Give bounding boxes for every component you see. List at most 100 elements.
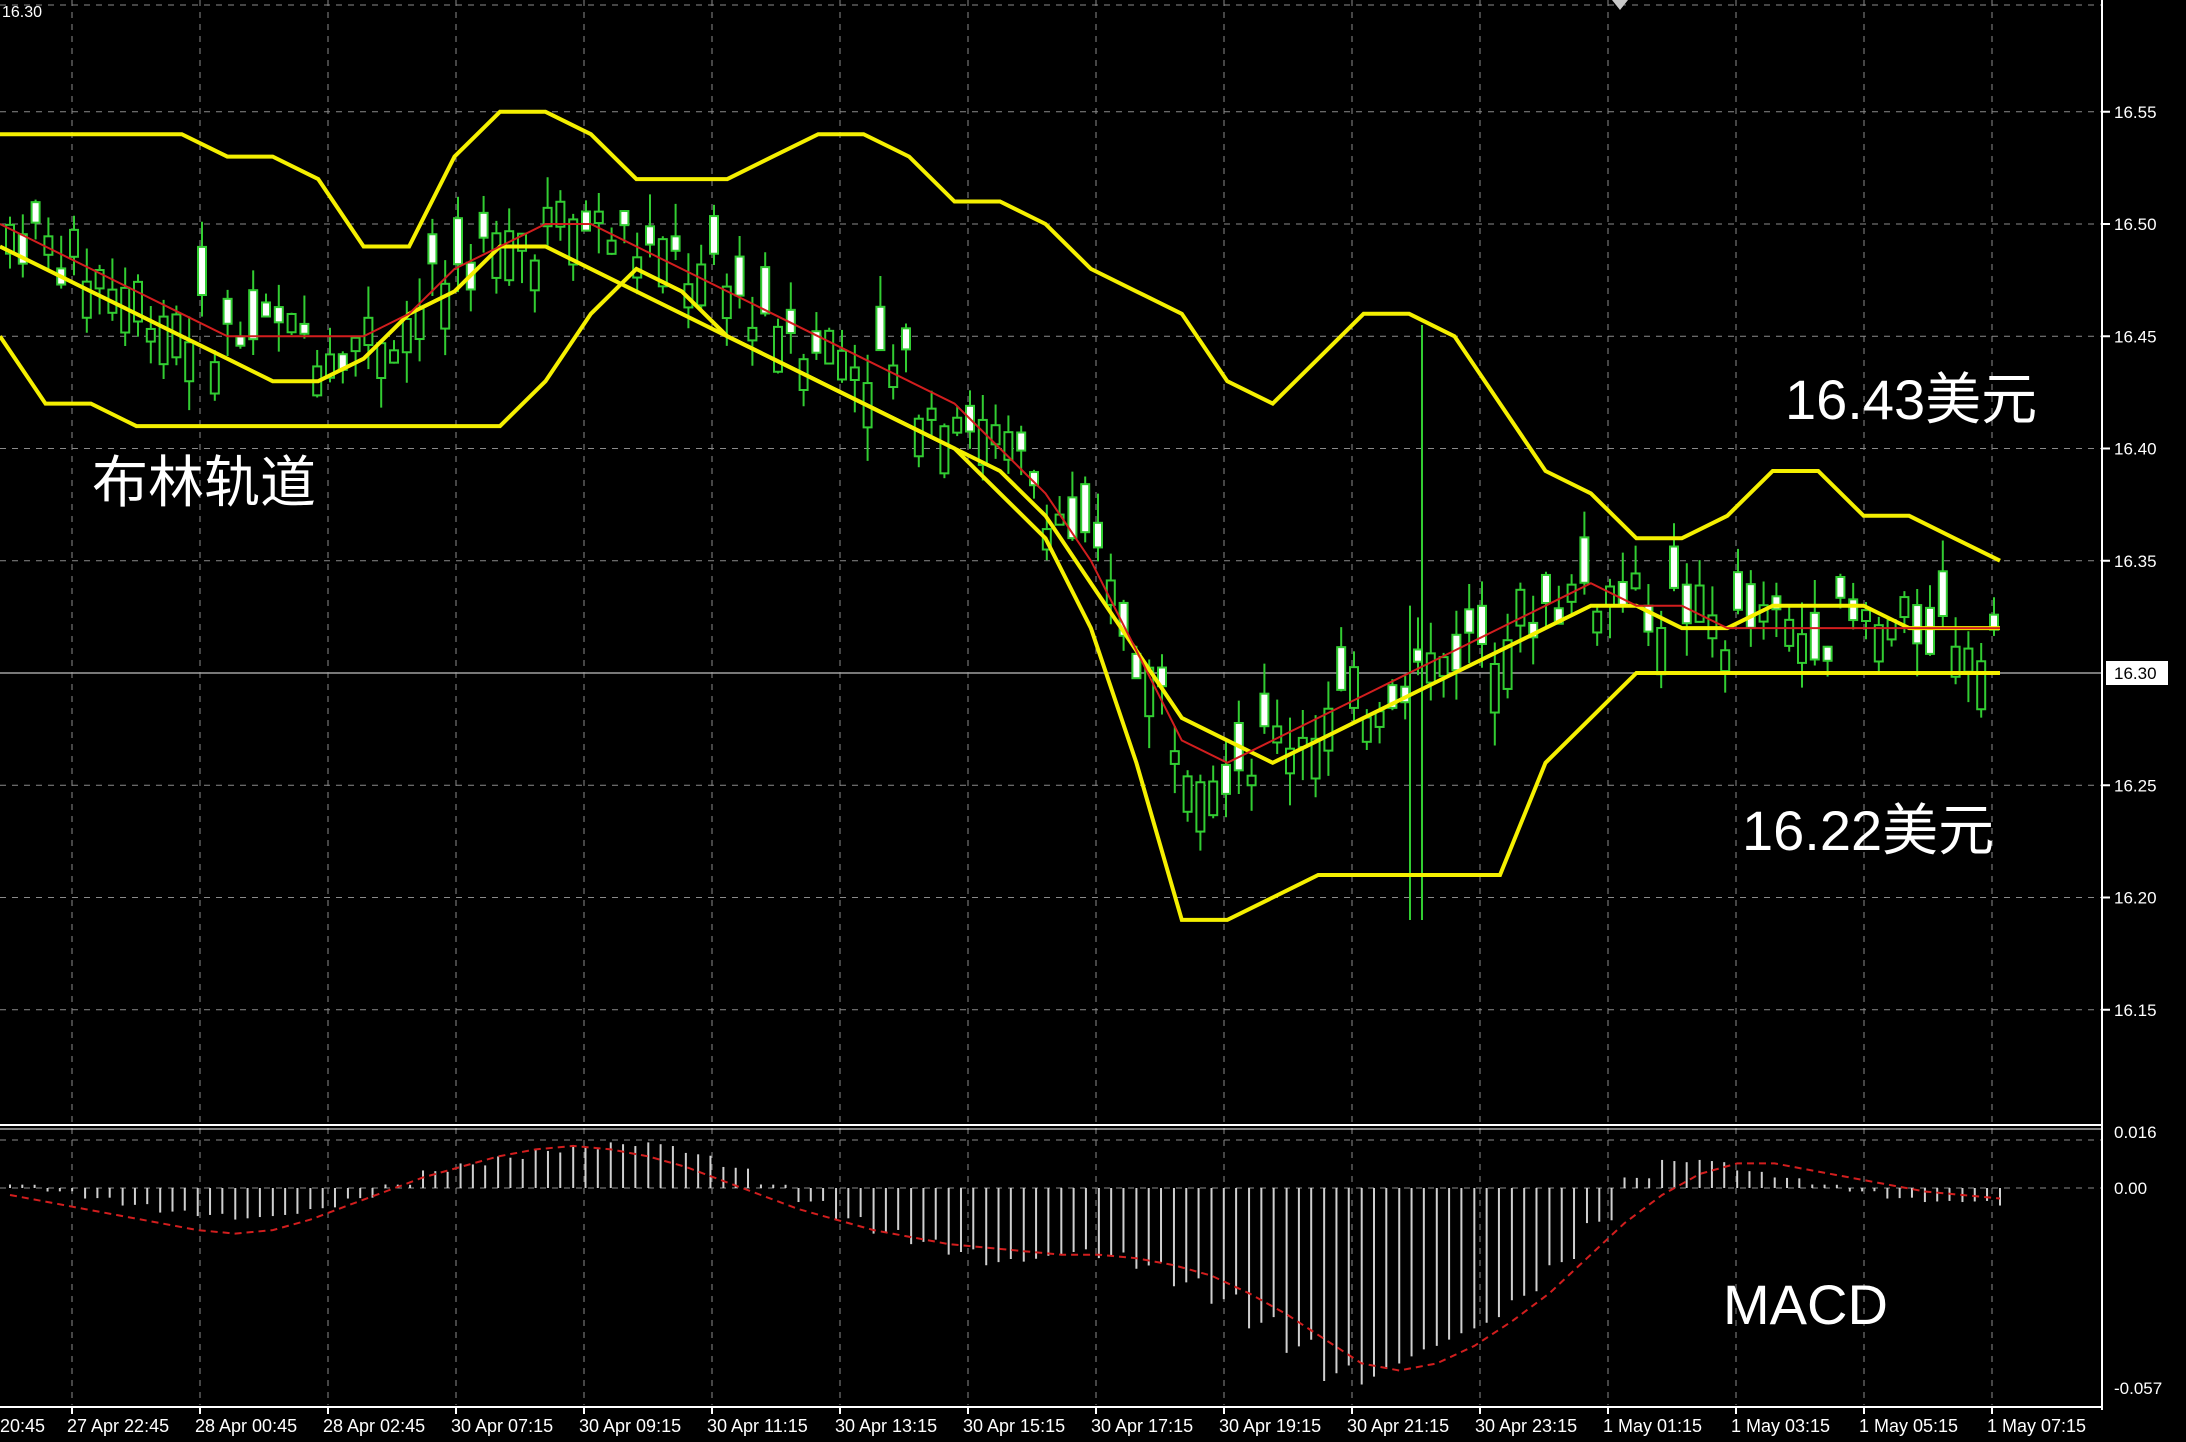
candle-body: [1208, 780, 1219, 817]
macd-tick-label: -0.057: [2114, 1379, 2162, 1398]
candle-body: [1592, 610, 1603, 634]
candle-body: [209, 361, 220, 395]
candle-body: [1925, 606, 1935, 655]
candle-body: [849, 366, 860, 381]
candle-body: [1873, 624, 1884, 663]
candle-body: [235, 335, 246, 347]
candle-body: [1822, 645, 1833, 662]
candle-body: [1182, 775, 1193, 813]
candle-body: [1809, 611, 1820, 661]
x-tick-label: 30 Apr 11:15: [707, 1416, 808, 1436]
candle-body: [1681, 583, 1692, 625]
candle-body: [1912, 604, 1923, 645]
candle-body: [824, 329, 835, 365]
candle-body: [606, 239, 617, 255]
candle-body: [555, 200, 566, 228]
candle-body: [427, 233, 438, 265]
candle-body: [913, 417, 924, 458]
macd-signal-line: [9, 1144, 2001, 1372]
x-tick-label: 1 May 01:15: [1603, 1416, 1702, 1436]
candle-body: [926, 407, 937, 421]
macd-tick-label: 0.00: [2114, 1179, 2147, 1198]
candle-body: [286, 312, 297, 334]
candle-body: [1489, 662, 1500, 714]
price-tick-label: 16.55: [2114, 103, 2157, 122]
x-tick-label: 30 Apr 07:15: [451, 1416, 553, 1436]
candle-body: [837, 349, 847, 381]
candle-body: [593, 210, 604, 225]
candle-body: [1835, 575, 1846, 599]
candle-body: [389, 349, 399, 364]
candle-body: [1617, 581, 1628, 607]
macd-annotation: MACD: [1723, 1273, 1888, 1336]
candle-body: [1169, 750, 1180, 765]
candle-body: [376, 342, 387, 380]
macd-panel: [0, 1124, 2102, 1385]
bollinger-annotation: 布林轨道: [92, 451, 316, 514]
x-tick-label: 30 Apr 17:15: [1091, 1416, 1193, 1436]
candle-body: [529, 259, 540, 292]
x-tick-label: 30 Apr 13:15: [835, 1416, 937, 1436]
candle-body: [1784, 618, 1795, 647]
x-tick-label: 1 May 05:15: [1859, 1416, 1958, 1436]
candle-body: [901, 327, 911, 351]
candle-body: [184, 341, 195, 383]
candle-body: [1246, 774, 1257, 787]
candle-body: [1579, 536, 1590, 584]
x-tick-label: 30 Apr 23:15: [1475, 1416, 1577, 1436]
macd-tick-label: 0.016: [2114, 1123, 2157, 1142]
x-tick-label: 30 Apr 09:15: [579, 1416, 681, 1436]
candle-body: [273, 306, 284, 324]
candle-body: [1976, 660, 1987, 711]
candle-body: [414, 307, 425, 341]
candle-body: [1464, 608, 1475, 634]
candle-body: [261, 301, 271, 318]
candle-body: [1336, 646, 1347, 691]
candle-body: [734, 255, 745, 297]
candle-body: [670, 235, 681, 252]
upper-price-annotation: 16.43美元: [1785, 368, 2038, 431]
candle-body: [1221, 763, 1231, 795]
candle-body: [1451, 633, 1462, 672]
candle-body: [1963, 647, 1974, 673]
candle-body: [453, 217, 463, 266]
corner-price-label: 16.30: [2, 4, 43, 21]
candle-body: [619, 210, 630, 227]
candle-body: [1080, 483, 1091, 534]
candle-body: [1438, 656, 1449, 678]
candle-body: [401, 318, 412, 354]
candle-body: [1861, 609, 1871, 622]
x-tick-label: 28 Apr 02:45: [323, 1416, 425, 1436]
candle-body: [222, 297, 233, 325]
candle-body: [760, 266, 771, 315]
candle-body: [952, 416, 963, 434]
candle-body: [1413, 648, 1423, 663]
candle-body: [977, 418, 988, 466]
lower-price-annotation: 16.22美元: [1742, 799, 1995, 862]
candle-body: [1733, 571, 1743, 611]
candle-body: [1797, 633, 1807, 664]
candle-body: [363, 316, 374, 347]
candle-body: [1899, 596, 1910, 619]
current-price-label: 16.30: [2114, 664, 2157, 683]
candle-body: [478, 211, 489, 239]
candle-body: [645, 225, 655, 246]
candle-body: [1937, 570, 1948, 617]
candle-body: [1605, 585, 1615, 608]
price-tick-label: 16.40: [2114, 440, 2157, 459]
x-tick-label: 30 Apr 19:15: [1219, 1416, 1321, 1436]
candle-body: [1425, 652, 1436, 684]
candle-body: [350, 336, 361, 353]
candle-body: [145, 327, 156, 343]
candle-body: [696, 263, 707, 307]
candle-body: [1848, 598, 1859, 622]
x-tick-label: 1 May 07:15: [1987, 1416, 2086, 1436]
candle-body: [299, 322, 310, 335]
candle-body: [709, 215, 719, 255]
candle-body: [248, 289, 259, 341]
price-tick-label: 16.35: [2114, 552, 2157, 571]
candle-body: [747, 326, 758, 342]
candle-body: [440, 282, 451, 330]
candle-body: [1016, 431, 1027, 452]
candle-body: [1195, 781, 1206, 833]
